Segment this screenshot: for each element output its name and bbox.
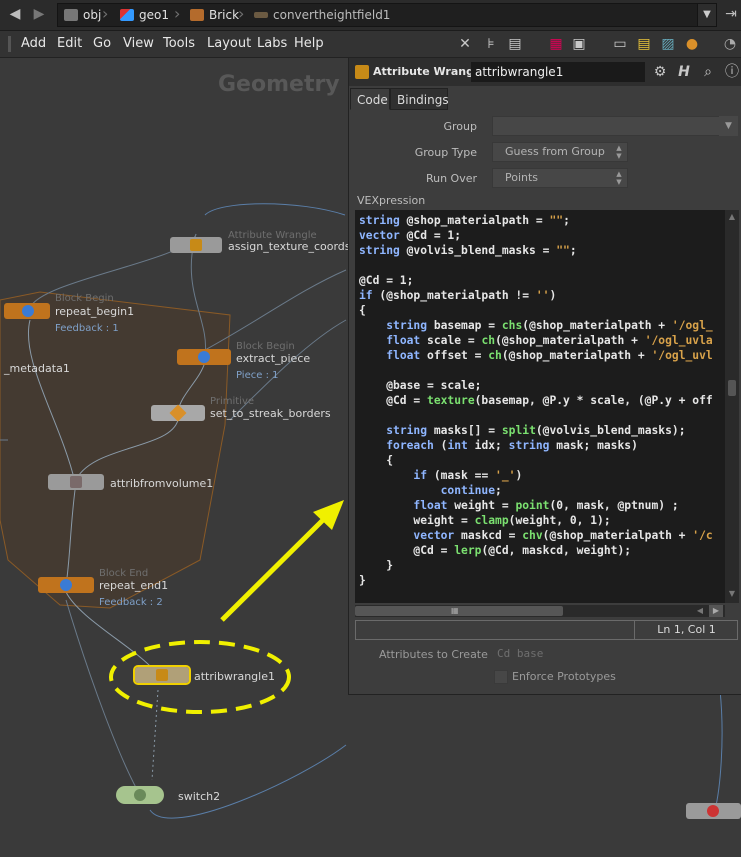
block-icon: [60, 579, 72, 591]
node-name-label: assign_texture_coords: [228, 240, 351, 253]
node-type-label: Block Begin: [55, 293, 114, 304]
node-name-label: extract_piece: [236, 352, 311, 365]
node-name-label: switch2: [178, 790, 221, 803]
search-icon[interactable]: ⌕: [700, 64, 716, 80]
node-extract-piece[interactable]: [177, 349, 231, 365]
node-badge-icon: [707, 805, 719, 817]
node-type-label: Block End: [99, 568, 149, 579]
block-icon: [198, 351, 210, 363]
node-repeat-end1[interactable]: [38, 577, 94, 593]
primitive-icon: [169, 404, 187, 422]
node-attribwrangle1[interactable]: [133, 665, 191, 685]
scroll-right-arrow-icon[interactable]: ▶: [709, 605, 723, 617]
group-field[interactable]: [492, 116, 738, 136]
node-name-label: set_to_streak_borders: [210, 407, 331, 420]
group-type-label: Group Type: [414, 146, 477, 159]
block-icon: [22, 305, 34, 317]
node-attribfromvolume1[interactable]: [48, 474, 104, 490]
group-type-select[interactable]: Guess from Group ▲ ▼: [492, 142, 628, 162]
node-offscreen[interactable]: [686, 803, 741, 819]
node-name-field[interactable]: attribwrangle1: [471, 62, 645, 82]
parameter-header: Attribute Wrangle attribwrangle1 ⚙ H ⌕ ⓘ: [349, 58, 741, 86]
foreach-block-frame: [0, 291, 231, 609]
node-footer-label: Feedback : 1: [55, 323, 119, 334]
enforce-prototypes-checkbox[interactable]: [494, 670, 508, 684]
wrangle-icon: [355, 65, 369, 79]
vex-code-editor[interactable]: string @shop_materialpath = ""; vector @…: [355, 210, 725, 603]
annotation-arrow-line: [220, 516, 327, 622]
tab-code[interactable]: Code: [350, 88, 390, 110]
enforce-prototypes-label: Enforce Prototypes: [512, 670, 616, 683]
run-over-select[interactable]: Points ▲ ▼: [492, 168, 628, 188]
tab-bindings[interactable]: Bindings: [390, 88, 449, 110]
parameter-panel: Attribute Wrangle attribwrangle1 ⚙ H ⌕ ⓘ…: [348, 57, 741, 695]
wrangle-icon: [190, 239, 202, 251]
scroll-up-arrow-icon[interactable]: ▲: [727, 212, 737, 224]
node-name-label: repeat_begin1: [55, 305, 135, 318]
node-footer-label: Piece : 1: [236, 370, 279, 381]
info-icon[interactable]: ⓘ: [724, 64, 740, 80]
attributes-to-create-label: Attributes to Create: [379, 648, 488, 661]
group-dropdown-button[interactable]: ▼: [719, 116, 738, 136]
run-over-label: Run Over: [425, 172, 477, 185]
gear-icon[interactable]: ⚙: [652, 64, 668, 80]
editor-status-bar: Ln 1, Col 1: [355, 620, 738, 640]
scroll-left-arrow-icon[interactable]: ◀: [693, 605, 707, 617]
select-arrows-icon: ▲ ▼: [616, 144, 622, 160]
group-label: Group: [443, 120, 478, 133]
node-type-title: Attribute Wrangle: [373, 65, 486, 78]
network-context-label: Geometry: [218, 72, 340, 97]
vexpression-label: VEXpression: [357, 194, 426, 207]
node-footer-label: Feedback : 2: [99, 597, 163, 608]
node-set-to-streak-borders[interactable]: [151, 404, 205, 422]
select-arrows-icon: ▲ ▼: [616, 170, 622, 186]
node-repeat-begin1[interactable]: [4, 303, 50, 319]
node-type-label: Block Begin: [236, 341, 295, 352]
node-type-label: Primitive: [210, 396, 255, 407]
volume-icon: [70, 476, 82, 488]
attributes-to-create-field[interactable]: Cd base: [492, 644, 738, 664]
node-switch2[interactable]: [116, 786, 164, 804]
editor-horizontal-scrollbar[interactable]: ▦ ◀ ▶: [355, 605, 725, 617]
editor-vertical-scrollbar[interactable]: ▲ ▼: [725, 210, 739, 603]
node-name-label: attribwrangle1: [194, 670, 275, 683]
switch-icon: [134, 789, 146, 801]
scrollbar-thumb[interactable]: [728, 380, 736, 396]
cursor-position: Ln 1, Col 1: [634, 621, 738, 639]
help-icon[interactable]: H: [676, 64, 692, 80]
scroll-down-arrow-icon[interactable]: ▼: [727, 589, 737, 601]
scrollbar-grip-icon: ▦: [451, 606, 459, 615]
node-name-label: attribfromvolume1: [110, 477, 214, 490]
vex-code: string @shop_materialpath = ""; vector @…: [359, 214, 713, 587]
wrangle-icon: [156, 669, 168, 681]
node-assign-texture-coords[interactable]: [170, 237, 222, 253]
node-name-label: repeat_end1: [99, 579, 169, 592]
node-name-label: _metadata1: [4, 362, 70, 375]
